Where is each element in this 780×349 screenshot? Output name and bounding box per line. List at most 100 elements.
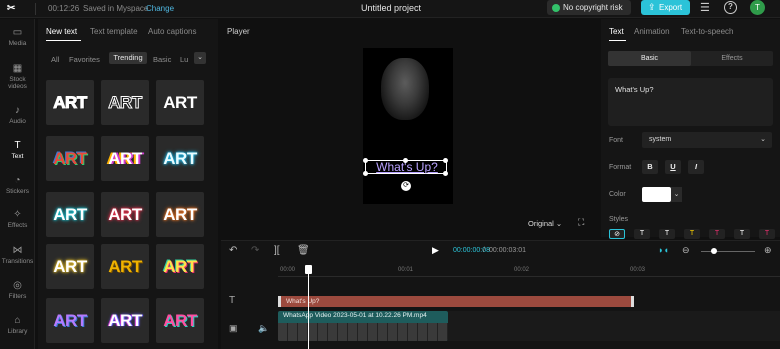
- video-canvas[interactable]: What's Up? ⟳: [363, 48, 453, 204]
- styles-label: Styles: [609, 216, 629, 223]
- text-template-tile[interactable]: ART: [101, 80, 149, 125]
- style-none-icon[interactable]: ⊘: [609, 229, 625, 239]
- text-template-tile[interactable]: ART: [101, 244, 149, 289]
- zoom-out-icon[interactable]: ⊖: [682, 245, 690, 256]
- segment-basic[interactable]: Basic: [608, 51, 691, 66]
- text-input[interactable]: What's Up?: [608, 78, 773, 126]
- zoom-slider[interactable]: [701, 251, 755, 252]
- video-clip[interactable]: WhatsApp Video 2023-05-01 at 10.22.26 PM…: [278, 311, 448, 341]
- playhead[interactable]: [308, 265, 309, 349]
- snap-icon[interactable]: ◗◖: [658, 245, 669, 255]
- zoom-in-icon[interactable]: ⊕: [764, 245, 772, 256]
- timeline-toolbar: ↶ ↷ ][ 🗑 ▶ 00:00:00:08 / 00:00:03:01 ◗◖ …: [221, 241, 780, 261]
- text-template-tile[interactable]: ART: [156, 192, 204, 237]
- style-preset[interactable]: T: [759, 229, 775, 239]
- tab-text-to-speech[interactable]: Text-to-speech: [681, 27, 733, 36]
- export-label: Export: [659, 3, 683, 12]
- sidebar-item-stock-videos[interactable]: ▦ Stock videos: [0, 63, 35, 90]
- resize-handle[interactable]: [443, 158, 448, 163]
- tab-new-text[interactable]: New text: [46, 27, 77, 36]
- help-icon[interactable]: ?: [724, 1, 737, 14]
- clip-trim-handle[interactable]: [278, 296, 281, 307]
- text-clip-label: What's Up?: [286, 298, 320, 305]
- text-template-tile[interactable]: ART: [101, 192, 149, 237]
- text-template-tile[interactable]: ART: [46, 80, 94, 125]
- resize-handle[interactable]: [363, 171, 368, 176]
- resize-handle[interactable]: [443, 171, 448, 176]
- layers-icon[interactable]: ☰: [700, 1, 710, 14]
- aspect-ratio-dropdown[interactable]: Original ⌄: [528, 219, 562, 228]
- text-template-tile[interactable]: ART: [46, 136, 94, 181]
- sidebar-item-filters[interactable]: ◎ Filters: [0, 280, 35, 300]
- capcut-logo-icon[interactable]: ✂: [7, 3, 19, 15]
- text-template-tile[interactable]: ART: [46, 244, 94, 289]
- caption-text[interactable]: What's Up?: [366, 161, 448, 173]
- sidebar-item-audio[interactable]: ♪ Audio: [0, 105, 35, 125]
- bold-button[interactable]: B: [642, 160, 658, 174]
- split-icon[interactable]: ][: [274, 245, 280, 256]
- properties-panel: Text Animation Text-to-speech Basic Effe…: [601, 19, 780, 239]
- sidebar-item-label: Transitions: [1, 258, 34, 265]
- copyright-check-button[interactable]: No copyright risk: [547, 0, 631, 15]
- text-selection-box[interactable]: What's Up?: [363, 158, 448, 176]
- fullscreen-icon[interactable]: ⛶: [578, 217, 584, 228]
- italic-button[interactable]: I: [688, 160, 704, 174]
- style-preset[interactable]: T: [684, 229, 700, 239]
- style-preset[interactable]: T: [734, 229, 750, 239]
- tab-animation[interactable]: Animation: [634, 27, 670, 36]
- font-dropdown[interactable]: system ⌄: [642, 132, 772, 148]
- color-swatch[interactable]: [642, 187, 671, 202]
- tab-auto-captions[interactable]: Auto captions: [148, 27, 196, 36]
- style-preset[interactable]: T: [634, 229, 650, 239]
- sidebar-item-effects[interactable]: ✧ Effects: [0, 209, 35, 229]
- chevron-down-icon[interactable]: ⌄: [194, 52, 206, 64]
- filter-all[interactable]: All: [51, 55, 59, 64]
- project-title[interactable]: Untitled project: [361, 3, 421, 13]
- text-clip[interactable]: What's Up?: [278, 296, 634, 307]
- text-template-tile[interactable]: ART: [101, 298, 149, 343]
- ruler-tick-label: 00:03: [630, 267, 646, 273]
- resize-handle[interactable]: [403, 158, 408, 163]
- zoom-slider-handle[interactable]: [711, 248, 717, 254]
- undo-icon[interactable]: ↶: [229, 245, 237, 256]
- style-preset[interactable]: T: [659, 229, 675, 239]
- sidebar-item-text[interactable]: T Text: [0, 140, 35, 160]
- time-ruler[interactable]: 00:00 00:01 00:02 00:03: [278, 263, 780, 277]
- sidebar-item-media[interactable]: ▭ Media: [0, 27, 35, 47]
- sidebar-item-transitions[interactable]: ⋈ Transitions: [0, 245, 35, 265]
- text-template-tile[interactable]: ART: [46, 192, 94, 237]
- redo-icon[interactable]: ↷: [251, 245, 259, 256]
- track-empty-area: [448, 311, 780, 341]
- speaker-icon[interactable]: 🔈: [258, 323, 269, 334]
- tab-text-template[interactable]: Text template: [90, 27, 138, 36]
- resize-handle[interactable]: [363, 158, 368, 163]
- video-frame-image: [381, 58, 429, 120]
- cover-icon[interactable]: ▣: [229, 323, 238, 334]
- filter-favorites[interactable]: Favorites: [69, 55, 100, 64]
- text-template-tile[interactable]: ART: [156, 298, 204, 343]
- text-template-tile[interactable]: ART: [101, 136, 149, 181]
- avatar[interactable]: T: [750, 0, 765, 15]
- export-button[interactable]: ⇪ Export: [641, 0, 690, 15]
- delete-icon[interactable]: 🗑: [297, 245, 310, 256]
- underline-button[interactable]: U: [665, 160, 681, 174]
- effects-icon: ✧: [13, 209, 22, 220]
- sidebar-item-stickers[interactable]: ◔ Stickers: [0, 175, 35, 195]
- filter-basic[interactable]: Basic: [153, 55, 171, 64]
- tab-text[interactable]: Text: [609, 27, 624, 36]
- play-icon[interactable]: ▶: [432, 245, 439, 256]
- style-preset[interactable]: T: [709, 229, 725, 239]
- segment-effects[interactable]: Effects: [691, 51, 773, 66]
- text-template-tile[interactable]: ART: [156, 80, 204, 125]
- player-label: Player: [227, 27, 250, 36]
- clip-trim-handle[interactable]: [631, 296, 634, 307]
- sidebar-item-library[interactable]: ⌂ Library: [0, 315, 35, 335]
- text-template-tile[interactable]: ART: [46, 298, 94, 343]
- rotate-icon[interactable]: ⟳: [401, 181, 411, 191]
- text-template-tile[interactable]: ART: [156, 244, 204, 289]
- filter-lu[interactable]: Lu: [180, 55, 188, 64]
- change-link[interactable]: Change: [146, 4, 174, 13]
- filter-trending[interactable]: Trending: [109, 52, 147, 64]
- text-template-tile[interactable]: ART: [156, 136, 204, 181]
- chevron-down-icon[interactable]: ⌄: [671, 187, 682, 202]
